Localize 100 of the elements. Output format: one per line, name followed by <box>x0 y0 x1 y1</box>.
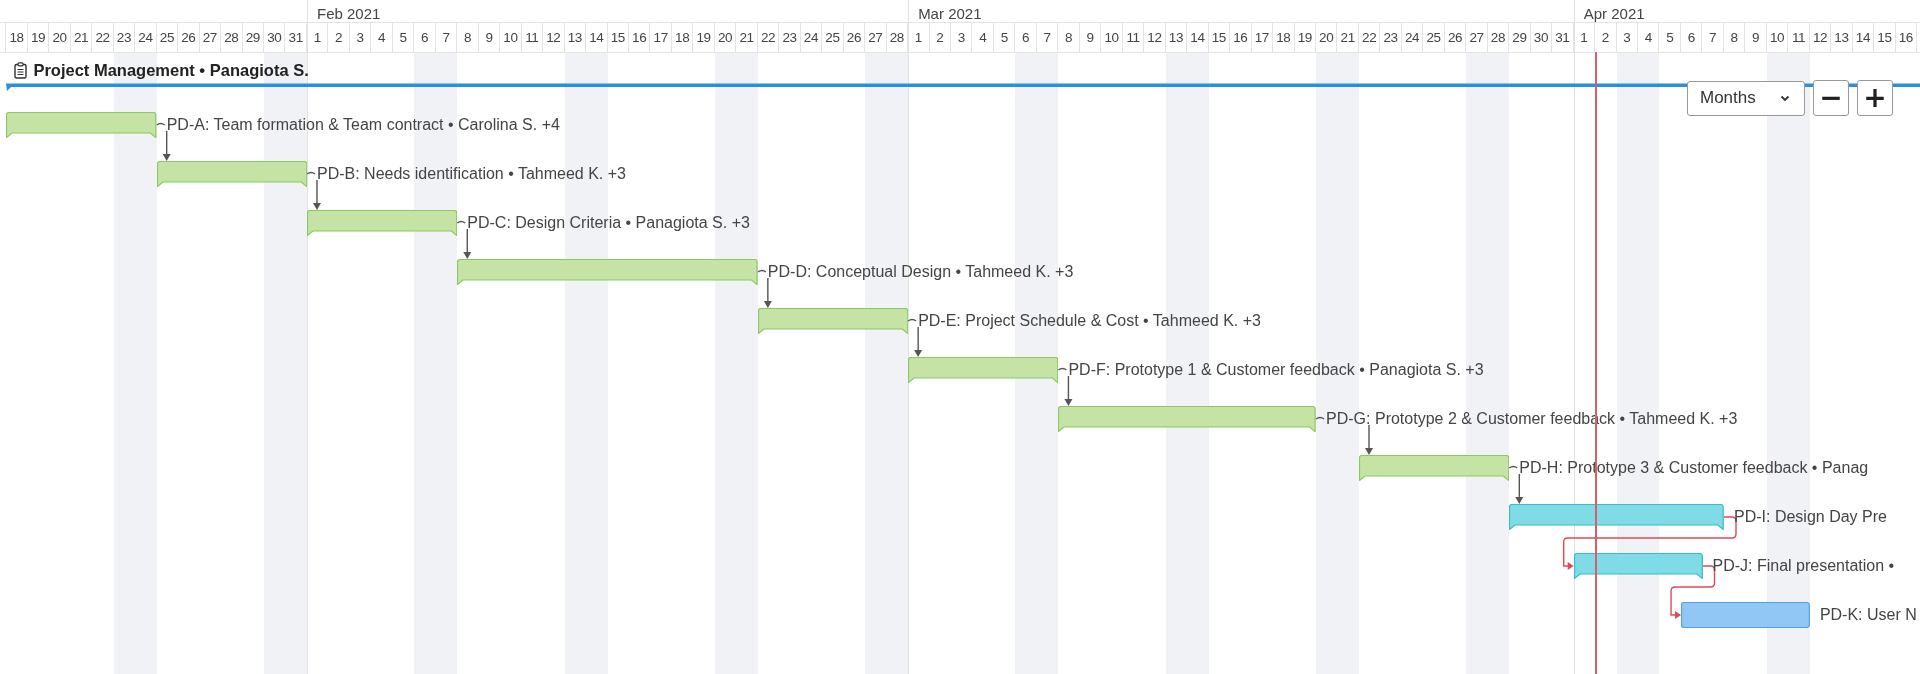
day-label: 22 <box>1358 23 1381 52</box>
task-label: PD-C: Design Criteria • Panagiota S. +3 <box>467 213 750 233</box>
day-label: 28 <box>886 23 909 52</box>
task-bar[interactable] <box>156 161 307 187</box>
day-label: 7 <box>435 23 458 52</box>
day-label: 30 <box>264 23 286 52</box>
task-bar[interactable] <box>457 259 758 285</box>
day-label: 22 <box>92 23 114 52</box>
day-label: 4 <box>1638 23 1660 52</box>
day-label: 25 <box>822 23 844 52</box>
day-label: 2 <box>1595 23 1617 52</box>
task-bar[interactable] <box>908 357 1059 383</box>
day-label: 1 <box>1573 23 1596 52</box>
zoom-in-button[interactable]: + <box>1857 80 1893 116</box>
task-label: PD-D: Conceptual Design • Tahmeed K. +3 <box>767 262 1074 282</box>
day-label: 7 <box>1702 23 1724 52</box>
day-label: 13 <box>1831 23 1853 52</box>
day-label: 1 <box>306 23 329 52</box>
day-label: 5 <box>993 23 1016 52</box>
task-bar[interactable] <box>1573 553 1703 579</box>
day-label: 9 <box>478 23 501 52</box>
task-bar[interactable] <box>1359 455 1510 481</box>
day-label: 11 <box>521 23 544 52</box>
day-label: 19 <box>1294 23 1316 52</box>
day-label: 24 <box>1401 23 1424 52</box>
task-bar[interactable] <box>306 210 458 236</box>
day-label: 19 <box>693 23 715 52</box>
task-label: PD-E: Project Schedule & Cost • Tahmeed K. +3 <box>918 311 1261 331</box>
task-label: PD-B: Needs identification • Tahmeed K. +3 <box>316 164 626 184</box>
zoom-out-button[interactable]: − <box>1813 80 1849 116</box>
day-label: 1 <box>908 23 930 52</box>
day-label: 2 <box>328 23 350 52</box>
day-label: 3 <box>1616 23 1638 52</box>
day-label: 10 <box>1766 23 1789 52</box>
task-label: PD-J: Final presentation • <box>1712 556 1895 576</box>
month-label: Apr 2021 <box>1583 5 1645 22</box>
day-label: 29 <box>242 23 264 52</box>
day-label: 26 <box>178 23 200 52</box>
day-label: 12 <box>543 23 565 52</box>
day-label: 7 <box>1036 23 1059 52</box>
task-label: PD-K: User N <box>1819 605 1917 625</box>
day-label: 15 <box>1208 23 1231 52</box>
day-label: 15 <box>607 23 629 52</box>
day-label: 6 <box>414 23 436 52</box>
task-bar[interactable] <box>1058 406 1317 432</box>
day-label: 6 <box>1680 23 1703 52</box>
day-label: 31 <box>285 23 307 52</box>
day-label: 23 <box>779 23 801 52</box>
day-label: 26 <box>1444 23 1467 52</box>
day-label: 8 <box>1058 23 1080 52</box>
day-label: 28 <box>1487 23 1510 52</box>
day-label: 27 <box>1466 23 1488 52</box>
day-label: 27 <box>865 23 887 52</box>
day-label: 27 <box>199 23 222 52</box>
day-label: 10 <box>500 23 522 52</box>
day-label: 12 <box>1144 23 1166 52</box>
month-label: Feb 2021 <box>316 5 381 22</box>
day-label: 20 <box>49 23 71 52</box>
clipboard-icon <box>14 62 28 79</box>
day-label: 21 <box>1337 23 1359 52</box>
day-label: 23 <box>113 23 136 52</box>
day-label: 9 <box>1745 23 1767 52</box>
day-label: 17 <box>650 23 672 52</box>
day-label: 16 <box>1895 23 1918 52</box>
day-label: 4 <box>371 23 393 52</box>
day-label: 14 <box>1187 23 1209 52</box>
day-label: 21 <box>736 23 758 52</box>
day-label: 2 <box>929 23 951 52</box>
day-label: 16 <box>629 23 651 52</box>
day-label: 24 <box>135 23 157 52</box>
day-label: 14 <box>1852 23 1875 52</box>
task-label: PD-F: Prototype 1 & Customer feedback • Panagiota S. +3 <box>1068 360 1484 380</box>
day-label: 6 <box>1015 23 1037 52</box>
day-label: 25 <box>156 23 179 52</box>
task-bar[interactable] <box>1681 602 1810 628</box>
day-label: 18 <box>6 23 28 52</box>
day-label: 5 <box>392 23 415 52</box>
day-label: 17 <box>1251 23 1274 52</box>
day-label: 9 <box>1079 23 1102 52</box>
day-label: 4 <box>972 23 994 52</box>
day-label: 16 <box>1230 23 1252 52</box>
chevron-down-icon <box>1780 94 1790 102</box>
project-title: Project Management • Panagiota S. <box>33 61 309 80</box>
day-label: 23 <box>1380 23 1402 52</box>
day-label: 8 <box>457 23 479 52</box>
day-label: 12 <box>1809 23 1832 52</box>
day-label: 30 <box>1530 23 1553 52</box>
month-label: Mar 2021 <box>918 5 982 22</box>
zoom-level-dropdown[interactable]: Months <box>1687 80 1805 116</box>
day-label: 5 <box>1659 23 1681 52</box>
day-label: 20 <box>714 23 737 52</box>
day-label: 8 <box>1723 23 1746 52</box>
task-bar[interactable] <box>1509 504 1724 530</box>
day-label: 18 <box>1273 23 1295 52</box>
day-label: 13 <box>1165 23 1188 52</box>
task-bar[interactable] <box>6 112 157 138</box>
day-label: 14 <box>586 23 608 52</box>
task-bar[interactable] <box>757 308 909 334</box>
day-label: 11 <box>1122 23 1145 52</box>
task-label: PD-A: Team formation & Team contract • Carolina S. +4 <box>166 115 560 135</box>
